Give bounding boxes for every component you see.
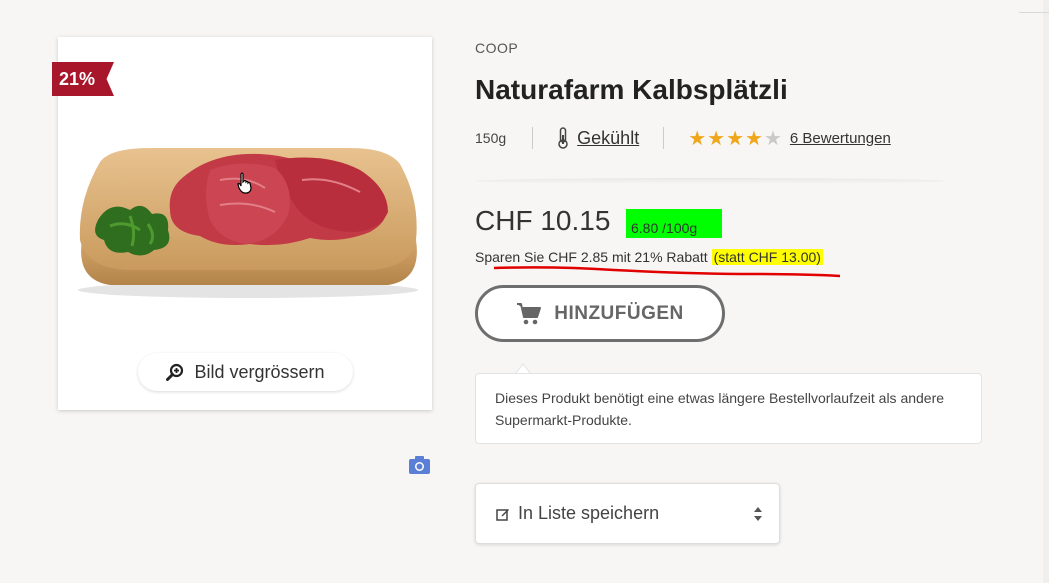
zoom-image-button[interactable]: Bild vergrössern [138, 353, 353, 391]
edit-icon [496, 508, 509, 521]
star-icon: ★ [726, 127, 745, 150]
storage-label: Gekühlt [577, 127, 640, 148]
add-to-cart-label: HINZUFÜGEN [554, 302, 684, 324]
product-weight: 150g [475, 130, 507, 146]
unit-price: 6.80 /100g [626, 209, 722, 238]
star-empty-icon: ★ [763, 127, 782, 150]
rating-stars: ★ ★ ★ ★ ★ [688, 126, 782, 151]
current-price: CHF 10.15 [475, 205, 611, 236]
product-meta-row: 150g Gekühlt ★ ★ ★ ★ ★ 6 Bewertungen [475, 126, 891, 150]
camera-icon[interactable] [409, 456, 430, 474]
savings-text: Sparen Sie CHF 2.85 mit 21% Rabatt [475, 249, 708, 265]
corner-divider [1019, 0, 1049, 13]
save-to-list-select[interactable]: In Liste speichern [475, 483, 780, 544]
star-icon: ★ [688, 127, 707, 150]
meta-separator [532, 127, 534, 149]
product-photo[interactable] [70, 140, 426, 300]
zoom-image-label: Bild vergrössern [194, 361, 325, 382]
zoom-icon [166, 363, 184, 381]
section-divider [475, 178, 945, 184]
add-to-cart-button[interactable]: HINZUFÜGEN [475, 285, 725, 342]
annotation-underline [494, 266, 840, 278]
original-price: (statt CHF 13.00) [711, 249, 823, 265]
brand-label: COOP [475, 40, 519, 56]
hand-cursor-icon [237, 172, 252, 194]
star-icon: ★ [745, 127, 763, 150]
meta-separator [663, 127, 665, 149]
page-edge [1043, 0, 1049, 583]
reviews-link[interactable]: 6 Bewertungen [790, 130, 891, 147]
product-title: Naturafarm Kalbsplätzli [475, 74, 788, 105]
save-to-list-label: In Liste speichern [518, 503, 660, 523]
savings-info: Sparen Sie CHF 2.85 mit 21% Rabatt (stat… [475, 249, 823, 265]
discount-badge: 21% [52, 62, 114, 96]
thermometer-icon [558, 127, 568, 149]
cart-icon [517, 302, 542, 324]
storage-info[interactable]: Gekühlt [557, 127, 639, 149]
lead-time-notice: Dieses Produkt benötigt eine etwas länge… [475, 373, 982, 444]
notice-text: Dieses Produkt benötigt eine etwas länge… [495, 390, 945, 428]
sort-arrows-icon [754, 506, 762, 521]
star-icon: ★ [707, 127, 726, 150]
